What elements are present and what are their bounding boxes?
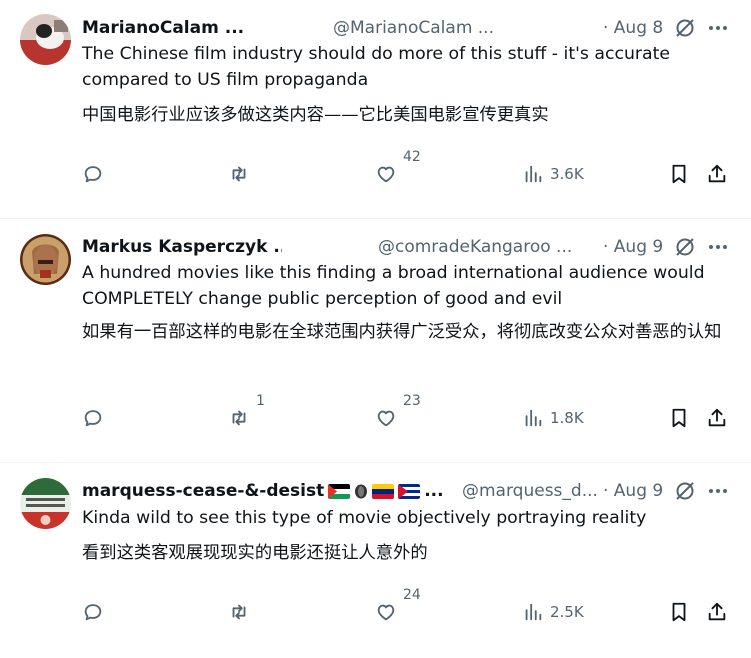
watermelon-icon — [354, 484, 368, 499]
share-icon — [708, 408, 726, 427]
grok-icon[interactable] — [674, 480, 696, 502]
retweet-button[interactable]: 1 — [228, 393, 265, 429]
avatar[interactable] — [20, 14, 71, 65]
avatar[interactable] — [20, 234, 71, 285]
views-button[interactable]: 3.6K — [522, 163, 584, 185]
action-bar: 24 2.5K — [0, 587, 751, 631]
like-button[interactable]: 24 — [375, 587, 421, 623]
reply-button[interactable] — [82, 407, 110, 429]
more-icon[interactable] — [707, 480, 729, 502]
reply-feed: MarianoCalam ... @MarianoCalam ... · Aug… — [0, 0, 751, 658]
views-icon — [525, 603, 542, 621]
tweet-text: A hundred movies like this finding a bro… — [82, 263, 705, 309]
bookmark-icon — [672, 602, 686, 622]
bookmark-button[interactable] — [668, 407, 690, 429]
user-handle[interactable]: @marquess_d... — [462, 481, 598, 501]
like-icon — [377, 410, 395, 427]
tweet-2[interactable]: Markus Kasperczyk ... @comradeKangaroo .… — [0, 219, 751, 463]
like-count: 24 — [403, 587, 421, 603]
like-button[interactable]: 42 — [375, 149, 421, 185]
more-icon[interactable] — [707, 236, 729, 258]
like-count: 23 — [403, 393, 421, 409]
reply-icon — [84, 410, 102, 427]
tweet-translation: 如果有一百部这样的电影在全球范围内获得广泛受众，将彻底改变公众对善恶的认知 — [82, 322, 722, 342]
retweet-count: 1 — [256, 393, 265, 409]
share-icon — [708, 164, 726, 183]
retweet-button[interactable] — [228, 601, 250, 623]
views-icon — [525, 409, 542, 427]
bookmark-icon — [672, 164, 686, 184]
tweet-1[interactable]: MarianoCalam ... @MarianoCalam ... · Aug… — [0, 0, 751, 219]
bookmark-button[interactable] — [668, 601, 690, 623]
like-icon — [377, 604, 395, 621]
reply-icon — [84, 604, 102, 621]
retweet-icon — [232, 410, 246, 426]
tweet-translation: 中国电影行业应该多做这类内容——它比美国电影宣传更真实 — [82, 105, 549, 125]
display-name-truncation: ... — [424, 481, 444, 501]
reply-button[interactable] — [82, 163, 110, 185]
tweet-text: Kinda wild to see this type of movie obj… — [82, 508, 647, 528]
tweet-translation: 看到这类客观展现现实的电影还挺让人意外的 — [82, 543, 428, 563]
share-button[interactable] — [706, 407, 728, 429]
display-name[interactable]: MarianoCalam ... — [82, 18, 244, 38]
tweet-text: The Chinese film industry should do more… — [82, 44, 671, 90]
avatar[interactable] — [20, 478, 71, 529]
grok-icon[interactable] — [674, 236, 696, 258]
bookmark-icon — [672, 408, 686, 428]
like-count: 42 — [403, 149, 421, 165]
views-count: 2.5K — [550, 603, 584, 621]
views-button[interactable]: 2.5K — [522, 601, 584, 623]
views-count: 1.8K — [550, 409, 584, 427]
retweet-button[interactable] — [228, 163, 250, 185]
views-button[interactable]: 1.8K — [522, 407, 584, 429]
retweet-icon — [232, 604, 246, 620]
like-button[interactable]: 23 — [375, 393, 421, 429]
post-date[interactable]: · Aug 9 — [603, 481, 663, 501]
palestine-flag-icon — [328, 483, 351, 499]
like-icon — [377, 166, 395, 183]
more-icon[interactable] — [707, 17, 729, 39]
share-button[interactable] — [706, 601, 728, 623]
bookmark-button[interactable] — [668, 163, 690, 185]
post-date[interactable]: · Aug 8 — [603, 18, 663, 38]
venezuela-flag-icon — [372, 483, 395, 499]
action-bar: 42 3.6K — [0, 149, 751, 193]
user-handle[interactable]: @MarianoCalam ... — [333, 18, 494, 38]
share-icon — [708, 602, 726, 621]
reply-icon — [84, 166, 102, 183]
post-date[interactable]: · Aug 9 — [603, 237, 663, 257]
display-name[interactable]: Markus Kasperczyk ... — [82, 237, 282, 257]
reply-button[interactable] — [82, 601, 110, 623]
cuba-flag-icon — [398, 483, 421, 499]
share-button[interactable] — [706, 163, 728, 185]
action-bar: 1 23 1.8K — [0, 393, 751, 437]
views-icon — [525, 165, 542, 183]
retweet-icon — [232, 166, 246, 182]
grok-icon[interactable] — [674, 17, 696, 39]
tweet-3[interactable]: marquess-cease-&-desist ... @marquess_d.… — [0, 463, 751, 658]
views-count: 3.6K — [550, 165, 584, 183]
display-name[interactable]: marquess-cease-&-desist — [82, 481, 324, 501]
user-handle[interactable]: @comradeKangaroo ... — [378, 237, 572, 257]
